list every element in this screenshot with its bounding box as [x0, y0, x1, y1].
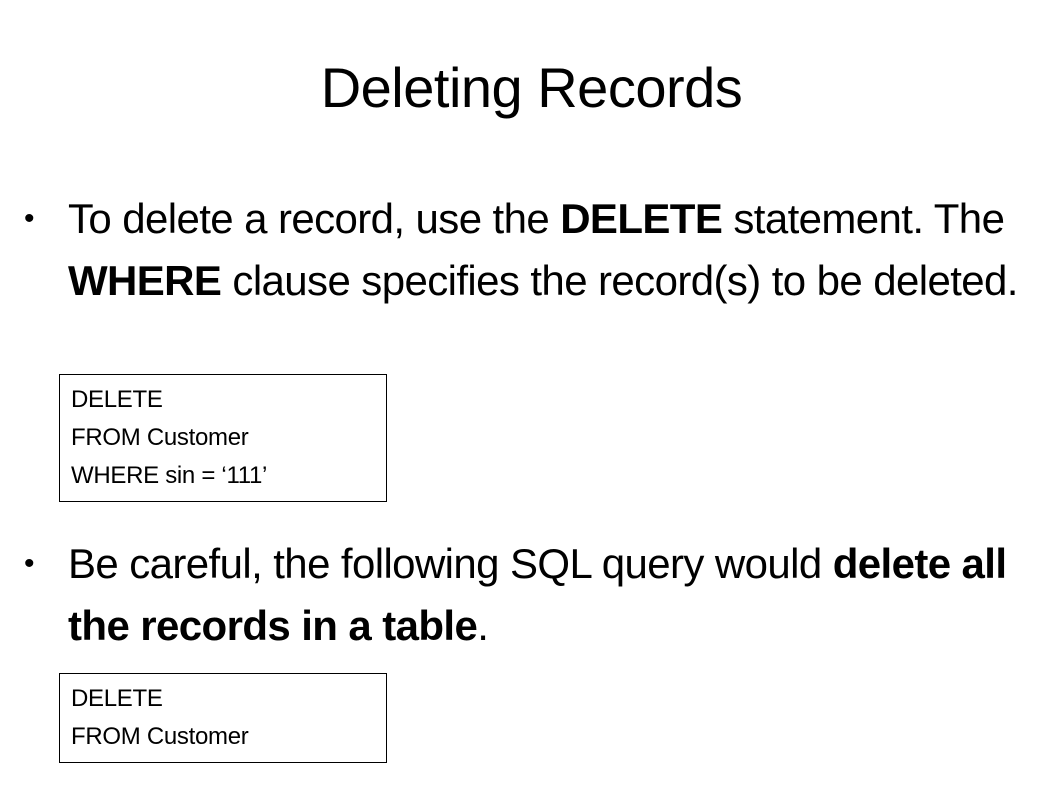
bullet-text: Be careful, the following SQL query woul…	[68, 533, 1039, 657]
code-box: DELETE FROM Customer	[59, 673, 387, 763]
code-line: DELETE	[71, 386, 163, 413]
bullet-text-part: clause specifies the record(s) to be del…	[221, 257, 1018, 304]
slide: Deleting Records • To delete a record, u…	[0, 0, 1050, 805]
bullet-dot-icon: •	[24, 202, 35, 235]
bullet-item: • Be careful, the following SQL query wo…	[24, 533, 1039, 657]
bullet-keyword: DELETE	[560, 195, 723, 242]
code-line: FROM Customer	[71, 723, 249, 750]
bullet-text-part: .	[477, 602, 489, 649]
slide-title: Deleting Records	[320, 56, 743, 119]
bullet-text: To delete a record, use the DELETE state…	[68, 188, 1039, 312]
bullet-text-part: To delete a record, use the	[68, 195, 561, 242]
bullet-item: • To delete a record, use the DELETE sta…	[24, 188, 1039, 312]
code-box: DELETE FROM Customer WHERE sin = ‘111’	[59, 374, 387, 502]
bullet-text-part: statement. The	[722, 195, 1005, 242]
code-line: FROM Customer	[71, 424, 249, 451]
bullet-text-part: Be careful, the following SQL query woul…	[68, 540, 833, 587]
bullet-keyword: WHERE	[68, 257, 222, 304]
code-line: DELETE	[71, 685, 163, 712]
code-line: WHERE sin = ‘111’	[71, 462, 268, 489]
bullet-dot-icon: •	[24, 547, 35, 580]
